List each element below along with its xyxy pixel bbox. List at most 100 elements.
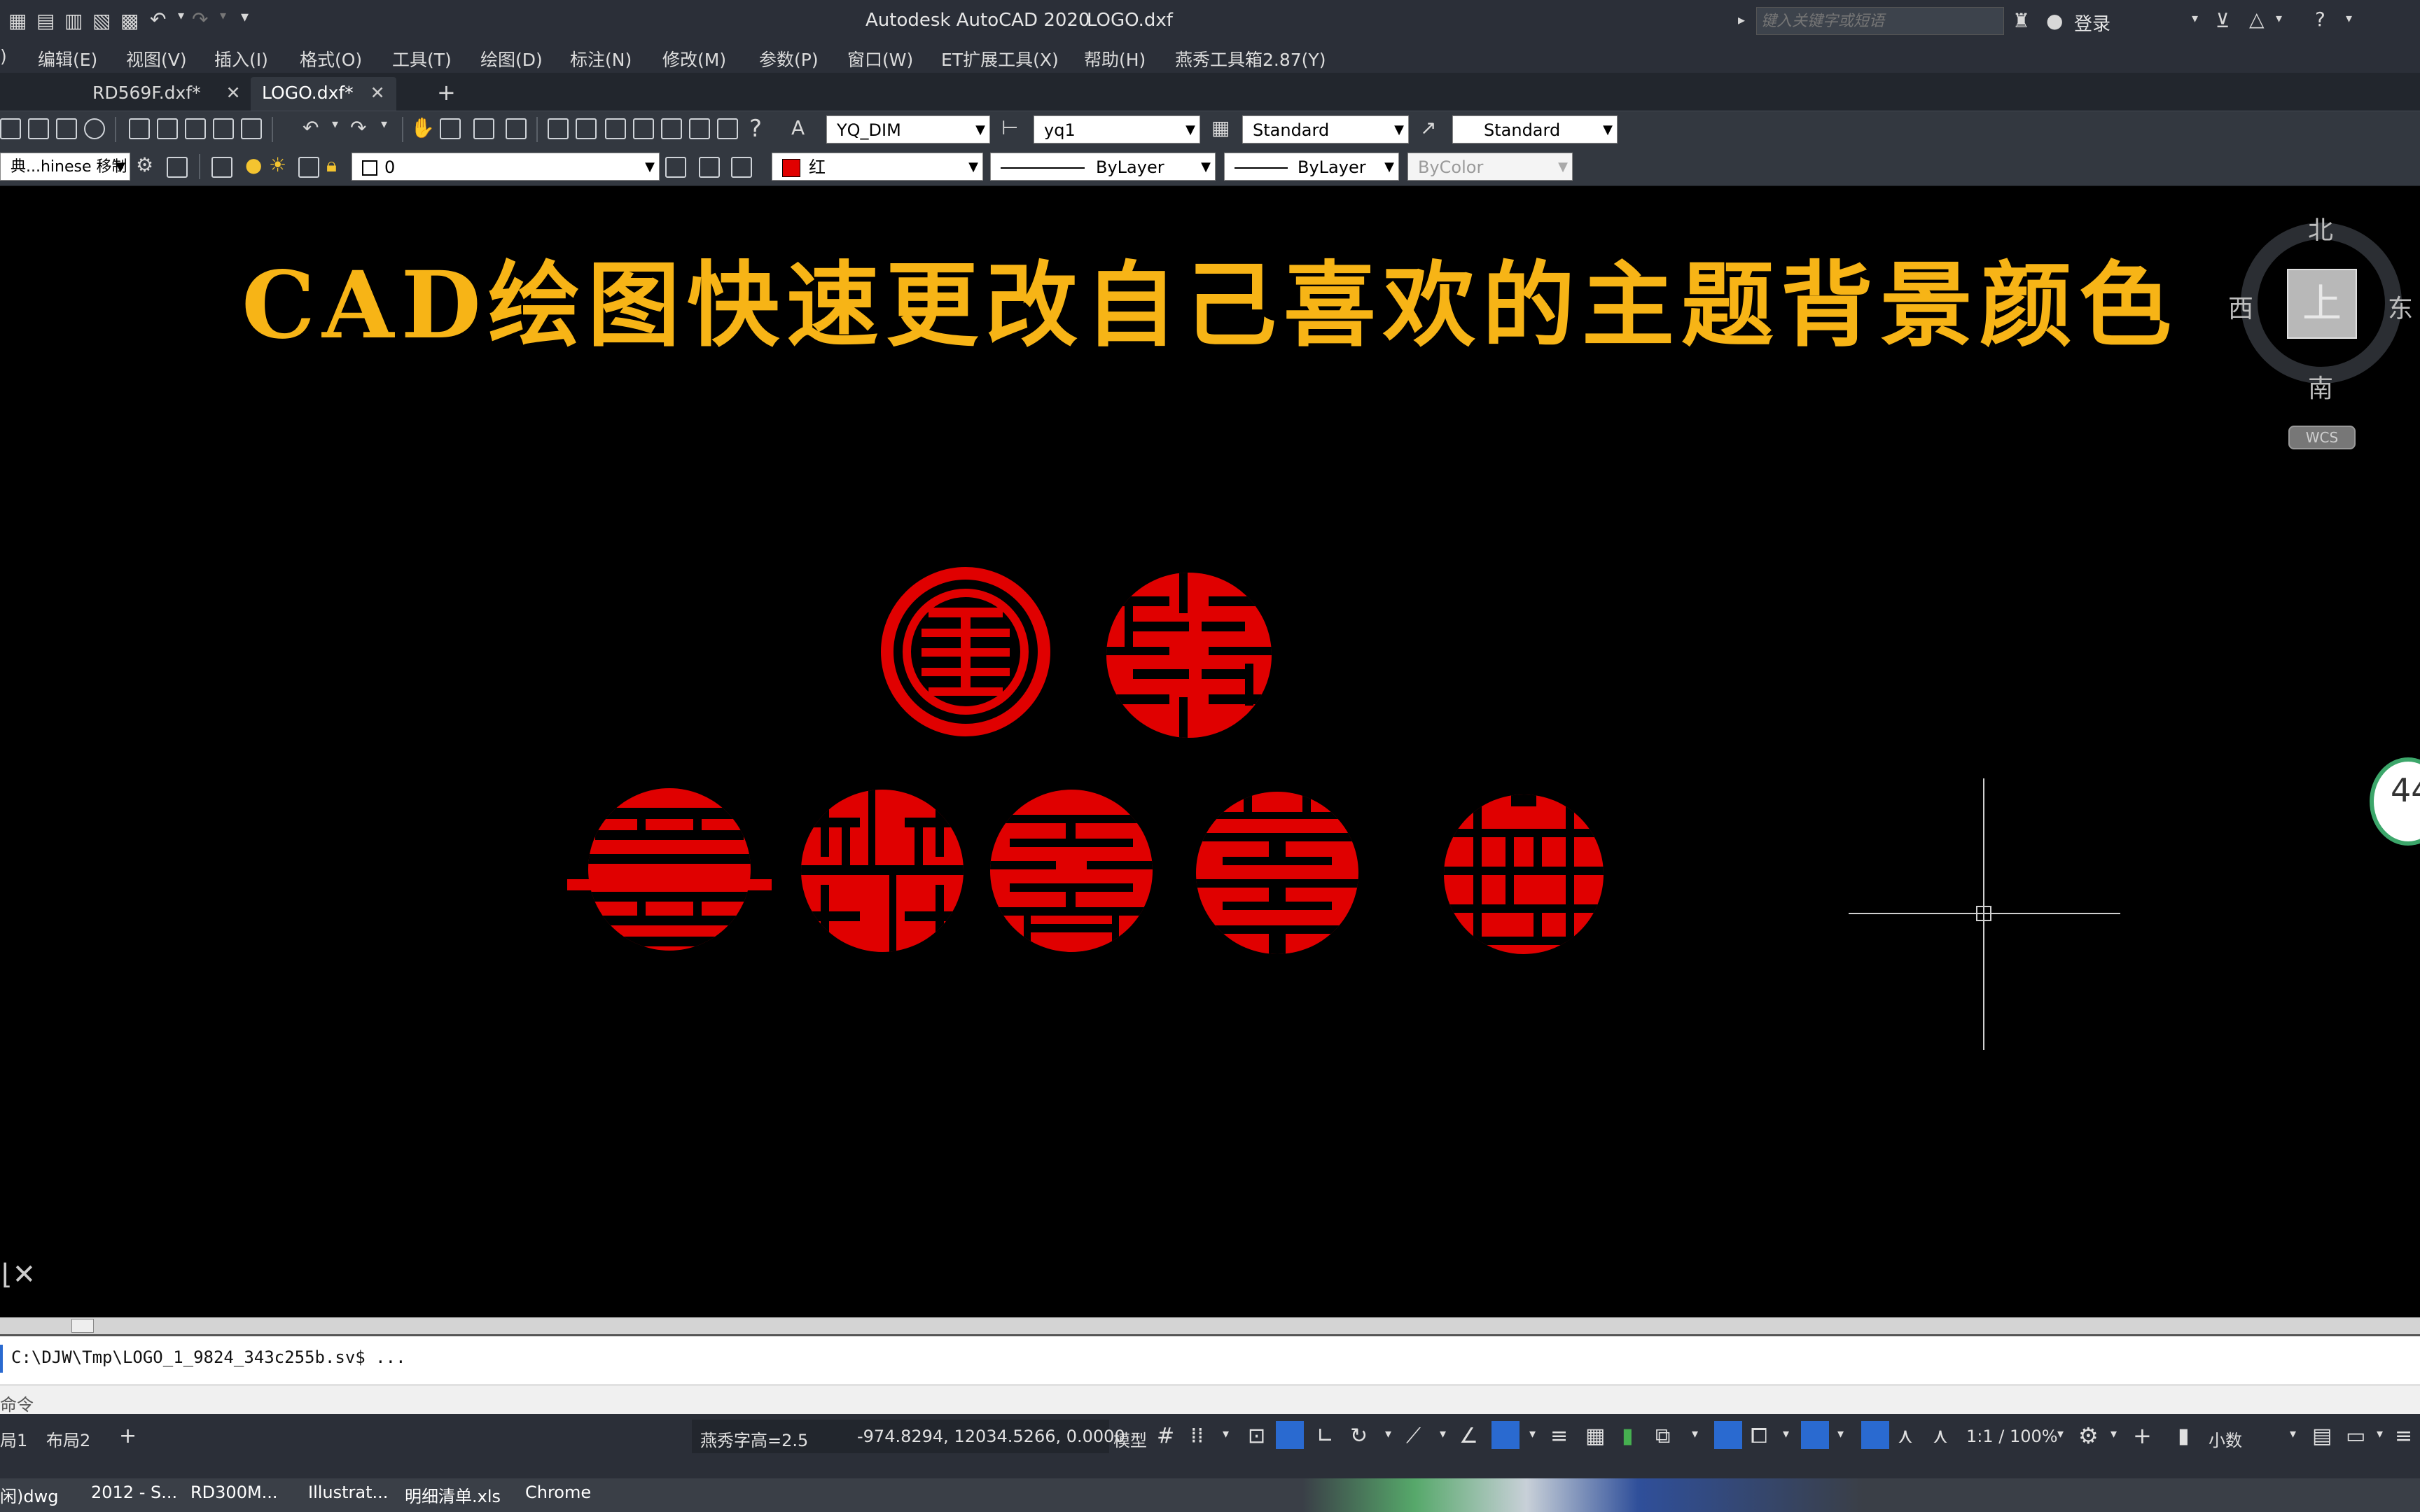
command-input[interactable] <box>49 1388 2360 1410</box>
a360-icon[interactable]: △ <box>2249 10 2265 29</box>
add-layout-plus-icon[interactable]: + <box>119 1424 137 1448</box>
isodraft-icon[interactable]: ⟋ <box>1406 1424 1421 1448</box>
snap-dropdown-icon[interactable]: ▾ <box>1223 1427 1229 1441</box>
close-icon[interactable]: ✕ <box>370 83 385 103</box>
open-icon[interactable]: ▥ <box>64 11 83 31</box>
compass-east[interactable]: 东 <box>2388 288 2413 325</box>
make-current-layer-icon[interactable] <box>665 157 686 178</box>
plus-icon[interactable]: + <box>2133 1422 2152 1449</box>
copy-icon[interactable] <box>157 118 178 139</box>
display-dropdown-icon[interactable]: ▾ <box>2377 1427 2383 1441</box>
gear-icon[interactable]: ⚙ <box>136 155 153 175</box>
bulb-icon[interactable]: ● <box>245 155 262 175</box>
publish-icon[interactable]: ▧ <box>92 11 111 31</box>
sun-icon[interactable]: ☀ <box>269 155 286 175</box>
viewcube-top-face[interactable]: 上 <box>2287 269 2357 339</box>
3d-osnap-icon[interactable]: ⧉ <box>1655 1424 1670 1448</box>
menu-window[interactable]: 窗口(W) <box>847 46 913 71</box>
menu-modify[interactable]: 修改(M) <box>662 46 726 71</box>
zoom-window-icon[interactable] <box>473 118 494 139</box>
color-select[interactable]: 红 ▼ <box>772 153 983 181</box>
login-button[interactable]: 登录 <box>2074 10 2110 36</box>
match-properties-icon[interactable] <box>213 118 234 139</box>
expand-search-icon[interactable]: ▸ <box>1738 13 1745 27</box>
taskbar-item[interactable]: Illustrat... <box>308 1483 388 1502</box>
save-as-icon[interactable]: ▤ <box>36 11 55 31</box>
a360-dropdown-icon[interactable]: ▾ <box>2276 13 2282 25</box>
wcs-menu-button[interactable]: WCS <box>2288 426 2356 449</box>
undo-icon[interactable]: ↶ <box>302 118 319 138</box>
redo-dropdown-icon[interactable]: ▾ <box>220 10 226 22</box>
redo-icon[interactable]: ↷ <box>192 10 208 29</box>
table-style-select[interactable]: Standard ▼ <box>1242 115 1409 144</box>
help-dropdown-icon[interactable]: ▾ <box>2346 13 2352 25</box>
new-icon[interactable] <box>0 118 21 139</box>
undo-icon[interactable]: ↶ <box>150 10 166 29</box>
lineweight-select[interactable]: ByLayer ▼ <box>1224 153 1399 181</box>
menu-format[interactable]: 格式(O) <box>300 46 362 71</box>
cut-icon[interactable] <box>129 118 150 139</box>
display-icon[interactable]: ▭ <box>2346 1424 2365 1448</box>
compass-west[interactable]: 西 <box>2228 288 2253 325</box>
paste-icon[interactable] <box>185 118 206 139</box>
undo-dropdown-icon[interactable]: ▾ <box>332 118 338 131</box>
3d-osnap-dropdown-icon[interactable]: ▾ <box>1692 1427 1698 1441</box>
quickcalc-icon[interactable] <box>689 118 710 139</box>
menu-tools[interactable]: 工具(T) <box>392 46 452 71</box>
object-snap-tracking-icon[interactable]: ∠ <box>1459 1424 1478 1448</box>
gizmo-icon[interactable] <box>1801 1421 1829 1449</box>
layer-properties-icon[interactable] <box>211 157 232 178</box>
viewport-freeze-icon[interactable] <box>298 157 319 178</box>
open-icon[interactable] <box>28 118 49 139</box>
object-snap-icon[interactable] <box>1491 1421 1520 1449</box>
auto-scale-icon[interactable]: ⋏ <box>1898 1424 1913 1448</box>
zoom-realtime-icon[interactable] <box>440 118 461 139</box>
menu-edit[interactable]: 编辑(E) <box>38 46 97 71</box>
annotation-visibility-icon[interactable] <box>1861 1421 1889 1449</box>
scale-dropdown-icon[interactable]: ▾ <box>2057 1427 2064 1441</box>
user-icon[interactable]: ● <box>2046 11 2063 31</box>
mleader-style-select[interactable]: yq1 ▼ <box>1034 115 1200 144</box>
menu-dimension[interactable]: 标注(N) <box>570 46 632 71</box>
selection-filter-icon[interactable]: ⧠ <box>1751 1424 1767 1448</box>
annotation-scale-value[interactable]: 1:1 / 100% <box>1966 1427 2058 1446</box>
menu-yanxiu[interactable]: 燕秀工具箱2.87(Y) <box>1175 46 1326 71</box>
quick-properties-icon[interactable]: ▤ <box>2312 1424 2332 1448</box>
menu-file-fragment[interactable]: ) <box>0 46 7 66</box>
filter-dropdown-icon[interactable]: ▾ <box>1783 1427 1789 1441</box>
dynamic-ucs-icon[interactable] <box>1714 1421 1742 1449</box>
dynamic-input-icon[interactable] <box>1276 1421 1304 1449</box>
selection-cycling-icon[interactable]: ▮ <box>1622 1424 1634 1448</box>
annotation-scale-icon[interactable]: ⋏ <box>1933 1424 1948 1448</box>
menu-express-tools[interactable]: ET扩展工具(X) <box>941 46 1059 71</box>
ortho-icon[interactable]: ∟ <box>1316 1424 1334 1448</box>
new-tab-plus-icon[interactable]: + <box>437 81 456 104</box>
properties-icon[interactable] <box>548 118 569 139</box>
polar-tracking-icon[interactable]: ↻ <box>1350 1424 1368 1448</box>
pan-icon[interactable]: ✋ <box>410 118 435 138</box>
grid-icon[interactable]: # <box>1157 1424 1174 1448</box>
block-editor-icon[interactable] <box>241 118 262 139</box>
plot-icon[interactable] <box>84 118 105 139</box>
tool-palettes-icon[interactable] <box>605 118 626 139</box>
infer-constraints-icon[interactable]: ⊡ <box>1248 1424 1265 1448</box>
scrollbar-thumb[interactable] <box>71 1319 94 1333</box>
lineweight-icon[interactable]: ≡ <box>1550 1424 1568 1448</box>
horizontal-scrollbar[interactable] <box>0 1317 2420 1334</box>
units-icon[interactable]: ▮ <box>2178 1424 2190 1448</box>
sheet-set-icon[interactable] <box>633 118 654 139</box>
linetype-select[interactable]: ByLayer ▼ <box>990 153 1216 181</box>
taskbar-item[interactable]: RD300M... <box>190 1483 278 1502</box>
workspace-dropdown-icon[interactable]: ▾ <box>2110 1427 2117 1441</box>
polar-dropdown-icon[interactable]: ▾ <box>1385 1427 1391 1441</box>
workspace-select[interactable]: 典...hinese 移制 ▼ <box>0 153 130 181</box>
markup-icon[interactable] <box>661 118 682 139</box>
taskbar-item[interactable]: 明细清单.xls <box>405 1483 501 1507</box>
units-dropdown-icon[interactable]: ▾ <box>2290 1427 2296 1441</box>
osnap-dropdown-icon[interactable]: ▾ <box>1529 1427 1536 1441</box>
dim-style-select[interactable]: YQ_DIM ▼ <box>826 115 990 144</box>
save-icon[interactable] <box>56 118 77 139</box>
help-icon[interactable]: ? <box>2315 10 2325 29</box>
menu-help[interactable]: 帮助(H) <box>1084 46 1146 71</box>
save-icon[interactable]: ▦ <box>8 11 27 31</box>
